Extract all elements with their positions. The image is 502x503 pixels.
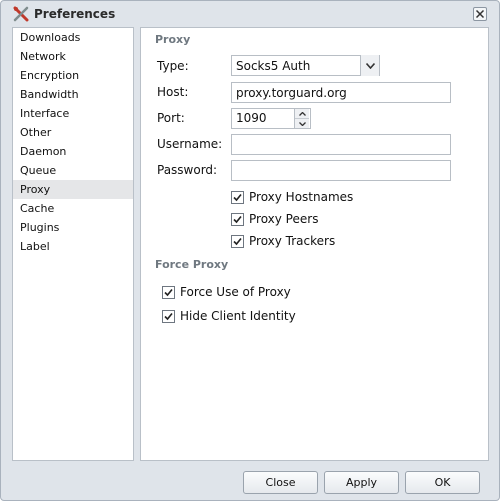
port-stepper[interactable]: 1090: [231, 108, 311, 129]
force-proxy-heading: Force Proxy: [155, 258, 229, 271]
sidebar-item-proxy[interactable]: Proxy: [13, 180, 133, 199]
port-spinner: [294, 109, 310, 128]
apply-button[interactable]: Apply: [324, 471, 399, 494]
window-title: Preferences: [34, 7, 116, 21]
hide-client-identity-label: Hide Client Identity: [180, 309, 296, 323]
type-label: Type:: [157, 59, 189, 73]
username-field[interactable]: [231, 134, 451, 155]
sidebar-item-interface[interactable]: Interface: [13, 104, 133, 123]
hide-client-identity-checkbox[interactable]: Hide Client Identity: [162, 309, 296, 323]
category-list: Downloads Network Encryption Bandwidth I…: [12, 27, 134, 461]
sidebar-item-daemon[interactable]: Daemon: [13, 142, 133, 161]
host-field[interactable]: [231, 82, 451, 103]
force-use-of-proxy-label: Force Use of Proxy: [180, 285, 291, 299]
tools-icon: [13, 6, 29, 22]
spin-up-icon[interactable]: [295, 109, 309, 119]
proxy-trackers-checkbox[interactable]: Proxy Trackers: [231, 234, 335, 248]
check-icon: [231, 234, 244, 248]
proxy-type-select[interactable]: Socks5 Auth: [231, 55, 380, 76]
check-icon: [231, 212, 244, 226]
password-field[interactable]: [231, 160, 451, 181]
proxy-section-heading: Proxy: [155, 33, 191, 46]
chevron-down-icon[interactable]: [360, 55, 379, 76]
proxy-hostnames-checkbox[interactable]: Proxy Hostnames: [231, 190, 353, 204]
sidebar-item-queue[interactable]: Queue: [13, 161, 133, 180]
proxy-peers-label: Proxy Peers: [249, 212, 319, 226]
sidebar-item-cache[interactable]: Cache: [13, 199, 133, 218]
proxy-trackers-label: Proxy Trackers: [249, 234, 336, 248]
sidebar-item-plugins[interactable]: Plugins: [13, 218, 133, 237]
close-window-button[interactable]: [473, 7, 487, 21]
username-label: Username:: [157, 137, 223, 151]
host-label: Host:: [157, 85, 189, 99]
sidebar-item-downloads[interactable]: Downloads: [13, 28, 133, 47]
ok-button[interactable]: OK: [405, 471, 480, 494]
port-value: 1090: [236, 111, 267, 125]
close-button[interactable]: Close: [243, 471, 318, 494]
title-bar: Preferences: [1, 1, 499, 27]
check-icon: [231, 190, 244, 204]
preferences-window: Preferences Downloads Network Encryption…: [0, 0, 500, 501]
sidebar-item-encryption[interactable]: Encryption: [13, 66, 133, 85]
proxy-settings-panel: Proxy Type: Socks5 Auth Host: Port: 1090…: [140, 27, 489, 461]
sidebar-item-bandwidth[interactable]: Bandwidth: [13, 85, 133, 104]
sidebar-item-label[interactable]: Label: [13, 237, 133, 256]
port-label: Port:: [157, 111, 185, 125]
password-label: Password:: [157, 163, 218, 177]
spin-down-icon[interactable]: [295, 119, 309, 128]
check-icon: [162, 309, 175, 323]
close-icon: [475, 9, 485, 19]
sidebar-item-network[interactable]: Network: [13, 47, 133, 66]
proxy-peers-checkbox[interactable]: Proxy Peers: [231, 212, 318, 226]
force-use-of-proxy-checkbox[interactable]: Force Use of Proxy: [162, 285, 291, 299]
proxy-type-value: Socks5 Auth: [236, 58, 311, 73]
check-icon: [162, 285, 175, 299]
sidebar-item-other[interactable]: Other: [13, 123, 133, 142]
proxy-hostnames-label: Proxy Hostnames: [249, 190, 354, 204]
